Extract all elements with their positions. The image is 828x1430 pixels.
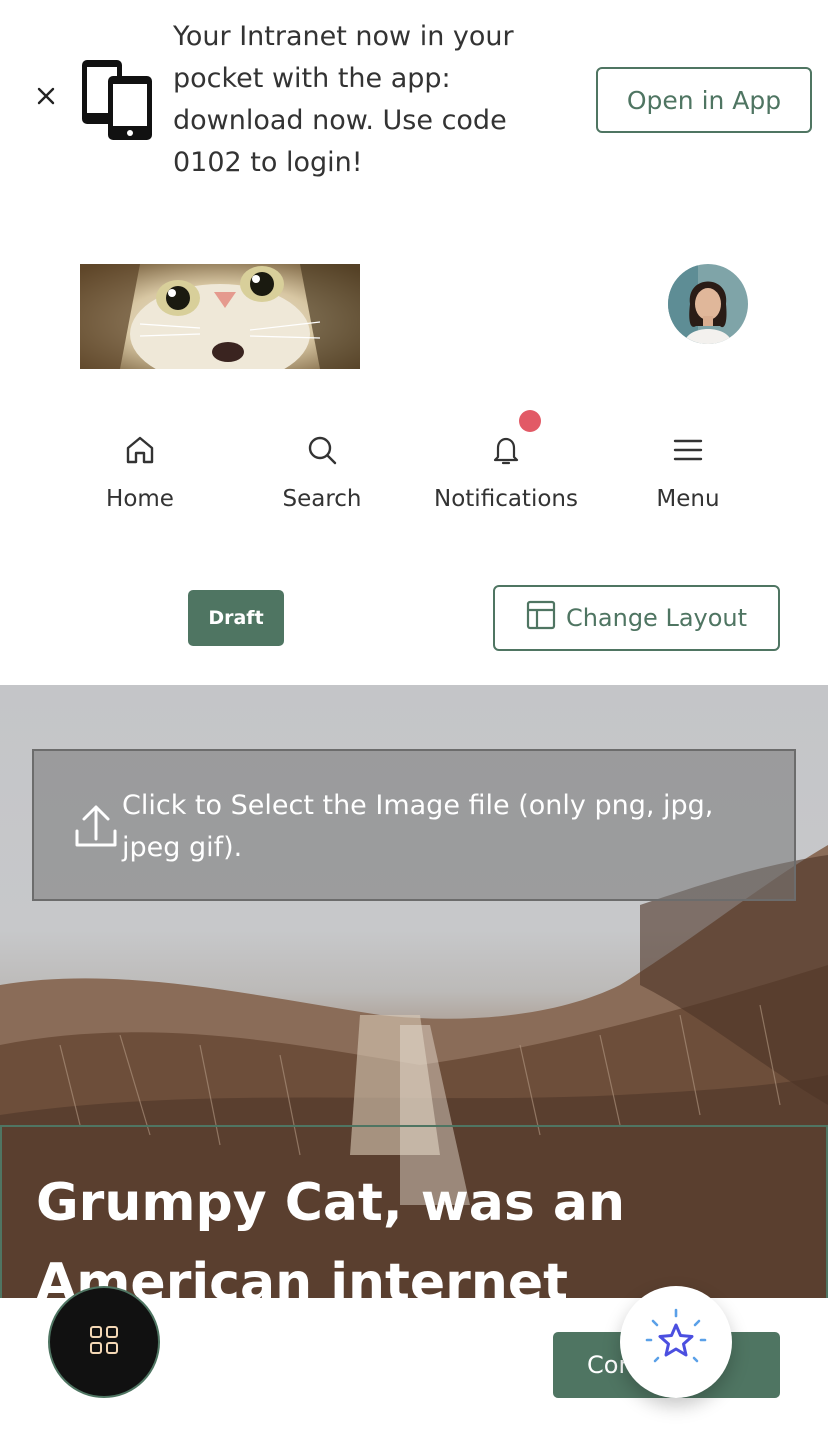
nav-label-search: Search bbox=[282, 486, 362, 512]
nav-item-menu[interactable]: Menu bbox=[598, 420, 778, 530]
status-badge: Draft bbox=[188, 590, 284, 646]
ai-assistant-button[interactable] bbox=[620, 1286, 732, 1398]
search-icon bbox=[302, 430, 342, 470]
sparkle-star-icon bbox=[643, 1307, 709, 1377]
grid-icon bbox=[89, 1325, 119, 1359]
devices-icon bbox=[80, 58, 154, 142]
change-layout-button[interactable]: Change Layout bbox=[493, 585, 780, 651]
bottom-navigation: Home Search Notifications Menu bbox=[0, 400, 828, 550]
change-layout-label: Change Layout bbox=[565, 604, 748, 632]
hero-image: Click to Select the Image file (only png… bbox=[0, 685, 828, 1298]
nav-item-notifications[interactable]: Notifications bbox=[416, 420, 596, 530]
layout-icon bbox=[526, 600, 556, 636]
page: Your Intranet now in your pocket with th… bbox=[0, 0, 828, 1430]
nav-label-notifications: Notifications bbox=[434, 486, 578, 512]
upload-icon bbox=[74, 801, 118, 849]
article-title-editor[interactable]: Grumpy Cat, was an American internet bbox=[0, 1125, 828, 1298]
banner-message: Your Intranet now in your pocket with th… bbox=[173, 21, 514, 178]
image-upload-dropzone[interactable]: Click to Select the Image file (only png… bbox=[32, 749, 796, 901]
upload-prompt: Click to Select the Image file (only png… bbox=[122, 790, 714, 863]
avatar[interactable] bbox=[668, 264, 748, 344]
open-in-app-button[interactable]: Open in App bbox=[596, 67, 812, 133]
notification-badge bbox=[519, 410, 541, 432]
app-download-banner: Your Intranet now in your pocket with th… bbox=[0, 0, 828, 200]
nav-label-menu: Menu bbox=[656, 486, 720, 512]
nav-label-home: Home bbox=[106, 486, 174, 512]
apps-button[interactable] bbox=[48, 1286, 160, 1398]
hamburger-icon bbox=[668, 430, 708, 470]
logo-image[interactable] bbox=[80, 264, 360, 369]
close-icon[interactable] bbox=[30, 80, 62, 112]
article-title[interactable]: Grumpy Cat, was an American internet bbox=[36, 1163, 776, 1298]
home-icon bbox=[120, 430, 160, 470]
bell-icon bbox=[486, 430, 526, 470]
nav-item-search[interactable]: Search bbox=[232, 420, 412, 530]
nav-item-home[interactable]: Home bbox=[50, 420, 230, 530]
